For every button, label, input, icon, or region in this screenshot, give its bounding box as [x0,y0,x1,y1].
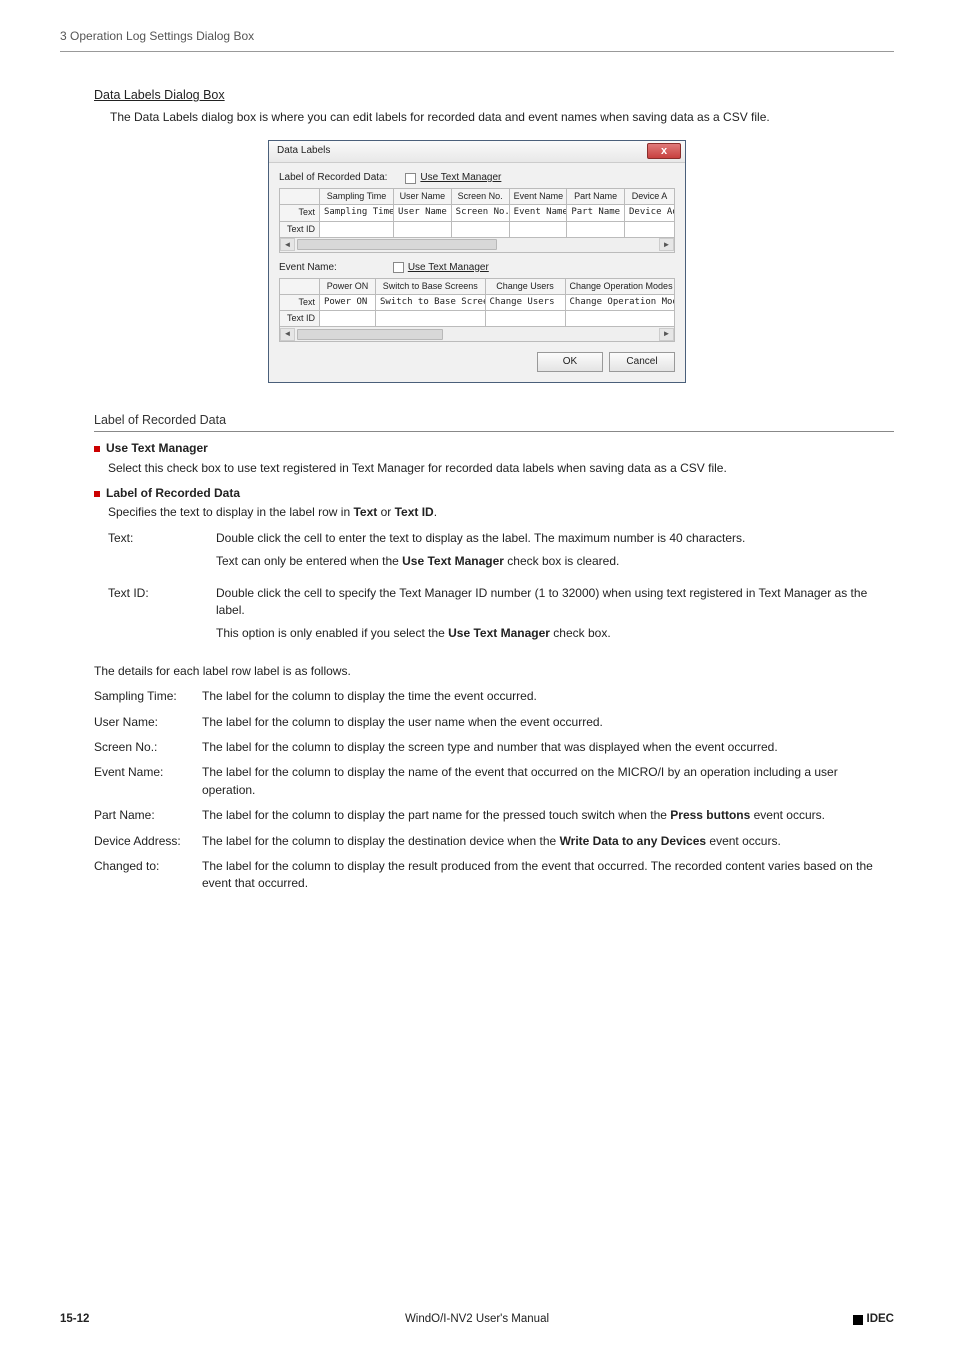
bullet-title-label-recorded: Label of Recorded Data [106,485,240,502]
table-cell[interactable] [394,221,452,237]
def-body: The label for the column to display the … [202,714,894,731]
def-body: The label for the column to display the … [202,764,894,799]
table-cell[interactable] [451,221,509,237]
table-header-cell: Power ON [320,279,376,295]
table-header-row: Sampling Time User Name Screen No. Event… [280,189,675,205]
table-cell[interactable]: Part Name [567,205,625,221]
scroll-left-icon[interactable]: ◄ [280,238,295,251]
table-header-cell: Event Name [509,189,567,205]
group2-label: Event Name: [279,261,337,276]
ok-button[interactable]: OK [537,352,603,372]
def-term-text: Text: [108,530,216,577]
checkbox-icon [393,262,404,273]
use-text-manager-check-1[interactable]: Use Text Manager [405,171,501,186]
table-cell[interactable]: Event Name [509,205,567,221]
def-body: The label for the column to display the … [202,688,894,705]
table-cell[interactable] [485,311,565,327]
def-body: The label for the column to display the … [202,807,894,824]
table-cell[interactable] [376,311,486,327]
cancel-button[interactable]: Cancel [609,352,675,372]
table-cell[interactable] [320,221,394,237]
footer-center: WindO/I-NV2 User's Manual [60,1311,894,1328]
def-body: Double click the cell to enter the text … [216,530,894,577]
row-header: Text ID [280,311,320,327]
table-cell[interactable]: Change Users [485,295,565,311]
page-header: 3 Operation Log Settings Dialog Box [60,28,894,52]
use-text-manager-label-1: Use Text Manager [420,171,501,186]
bullet-title-use-text-manager: Use Text Manager [106,440,208,457]
page-footer: 15-12 WindO/I-NV2 User's Manual IDEC [60,1311,894,1328]
bullet-body: Specifies the text to display in the lab… [108,504,894,521]
table-cell[interactable] [625,221,675,237]
table-row[interactable]: Text ID [280,221,675,237]
dialog-titlebar: Data Labels x [269,141,685,163]
def-term-changed: Changed to: [94,858,202,893]
def-term-sampling: Sampling Time: [94,688,202,705]
table-cell[interactable]: Sampling Time [320,205,394,221]
scroll-right-icon[interactable]: ► [659,328,674,341]
table-cell[interactable] [567,221,625,237]
def-term-user: User Name: [94,714,202,731]
table-cell[interactable] [509,221,567,237]
scroll-left-icon[interactable]: ◄ [280,328,295,341]
bullet-icon [94,446,100,452]
table-cell[interactable]: Device Ad [625,205,675,221]
bullet-icon [94,491,100,497]
scroll-thumb[interactable] [297,239,497,250]
close-button[interactable]: x [647,143,681,159]
sub-heading: Label of Recorded Data [94,411,894,432]
table-header-cell: Part Name [567,189,625,205]
table-cell[interactable]: Change Operation Modes [565,295,675,311]
recorded-data-table[interactable]: Sampling Time User Name Screen No. Event… [279,188,675,237]
row-header: Text [280,295,320,311]
use-text-manager-check-2[interactable]: Use Text Manager [393,261,489,276]
def-term-part: Part Name: [94,807,202,824]
section-title: Data Labels Dialog Box [94,86,894,104]
group1-label: Label of Recorded Data: [279,171,387,186]
table-row[interactable]: Text ID [280,311,675,327]
table-header-row: Power ON Switch to Base Screens Change U… [280,279,675,295]
def-term-device: Device Address: [94,833,202,850]
table-header-cell: User Name [394,189,452,205]
def-body: Double click the cell to specify the Tex… [216,585,894,649]
def-body: The label for the column to display the … [202,739,894,756]
table-cell[interactable]: Power ON [320,295,376,311]
data-labels-dialog: Data Labels x Label of Recorded Data: Us… [268,140,686,383]
h-scrollbar-2[interactable]: ◄ ► [279,327,675,342]
scroll-right-icon[interactable]: ► [659,238,674,251]
table-cell[interactable]: Screen No. [451,205,509,221]
intro-paragraph: The Data Labels dialog box is where you … [110,109,894,126]
table-header-cell: Switch to Base Screens [376,279,486,295]
row-header: Text ID [280,221,320,237]
def-body: The label for the column to display the … [202,858,894,893]
table-header-cell [280,279,320,295]
table-row[interactable]: Text Sampling Time User Name Screen No. … [280,205,675,221]
table-header-cell: Sampling Time [320,189,394,205]
checkbox-icon [405,173,416,184]
table-header-cell [280,189,320,205]
use-text-manager-label-2: Use Text Manager [408,261,489,276]
table-cell[interactable]: Switch to Base Screens [376,295,486,311]
table-cell[interactable]: User Name [394,205,452,221]
event-name-table[interactable]: Power ON Switch to Base Screens Change U… [279,278,675,327]
def-term-textid: Text ID: [108,585,216,649]
table-cell[interactable] [320,311,376,327]
table-header-cell: Screen No. [451,189,509,205]
def-term-screen: Screen No.: [94,739,202,756]
def-term-event: Event Name: [94,764,202,799]
details-intro: The details for each label row label is … [94,663,894,680]
dialog-title: Data Labels [277,144,330,159]
h-scrollbar-1[interactable]: ◄ ► [279,238,675,253]
scroll-thumb[interactable] [297,329,443,340]
row-header: Text [280,205,320,221]
table-row[interactable]: Text Power ON Switch to Base Screens Cha… [280,295,675,311]
table-header-cell: Change Users [485,279,565,295]
table-header-cell: Change Operation Modes [565,279,675,295]
table-header-cell: Device A [625,189,675,205]
def-body: The label for the column to display the … [202,833,894,850]
table-cell[interactable] [565,311,675,327]
bullet-body: Select this check box to use text regist… [108,460,894,477]
